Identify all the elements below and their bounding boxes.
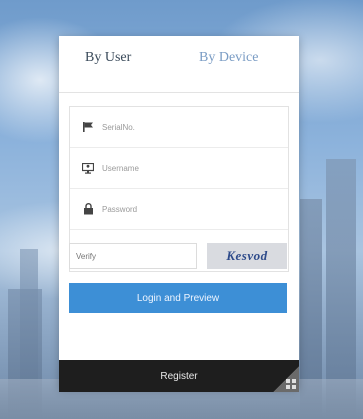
monitor-user-icon — [82, 162, 94, 174]
captcha-image[interactable]: Kesvod — [207, 243, 287, 269]
login-preview-button[interactable]: Login and Preview — [69, 283, 287, 313]
username-input[interactable] — [100, 162, 264, 174]
flag-icon — [82, 121, 94, 133]
grid-icon — [286, 379, 296, 389]
password-row — [70, 189, 288, 230]
captcha-row: Kesvod — [69, 243, 287, 271]
username-row — [70, 148, 288, 189]
tab-by-device[interactable]: By Device — [199, 50, 258, 66]
password-input[interactable] — [100, 203, 264, 215]
lock-icon — [82, 203, 94, 215]
register-label: Register — [160, 370, 198, 382]
register-button[interactable]: Register — [59, 360, 299, 392]
login-card: By User By Device SerialNo. Username Ver… — [59, 36, 299, 388]
login-tabs: By User By Device — [59, 36, 299, 93]
tab-by-user[interactable]: By User — [85, 50, 131, 66]
corner-toggle[interactable] — [273, 366, 299, 392]
captcha-input[interactable] — [69, 243, 197, 269]
serial-number-input[interactable] — [100, 121, 264, 133]
serial-row — [70, 107, 288, 148]
